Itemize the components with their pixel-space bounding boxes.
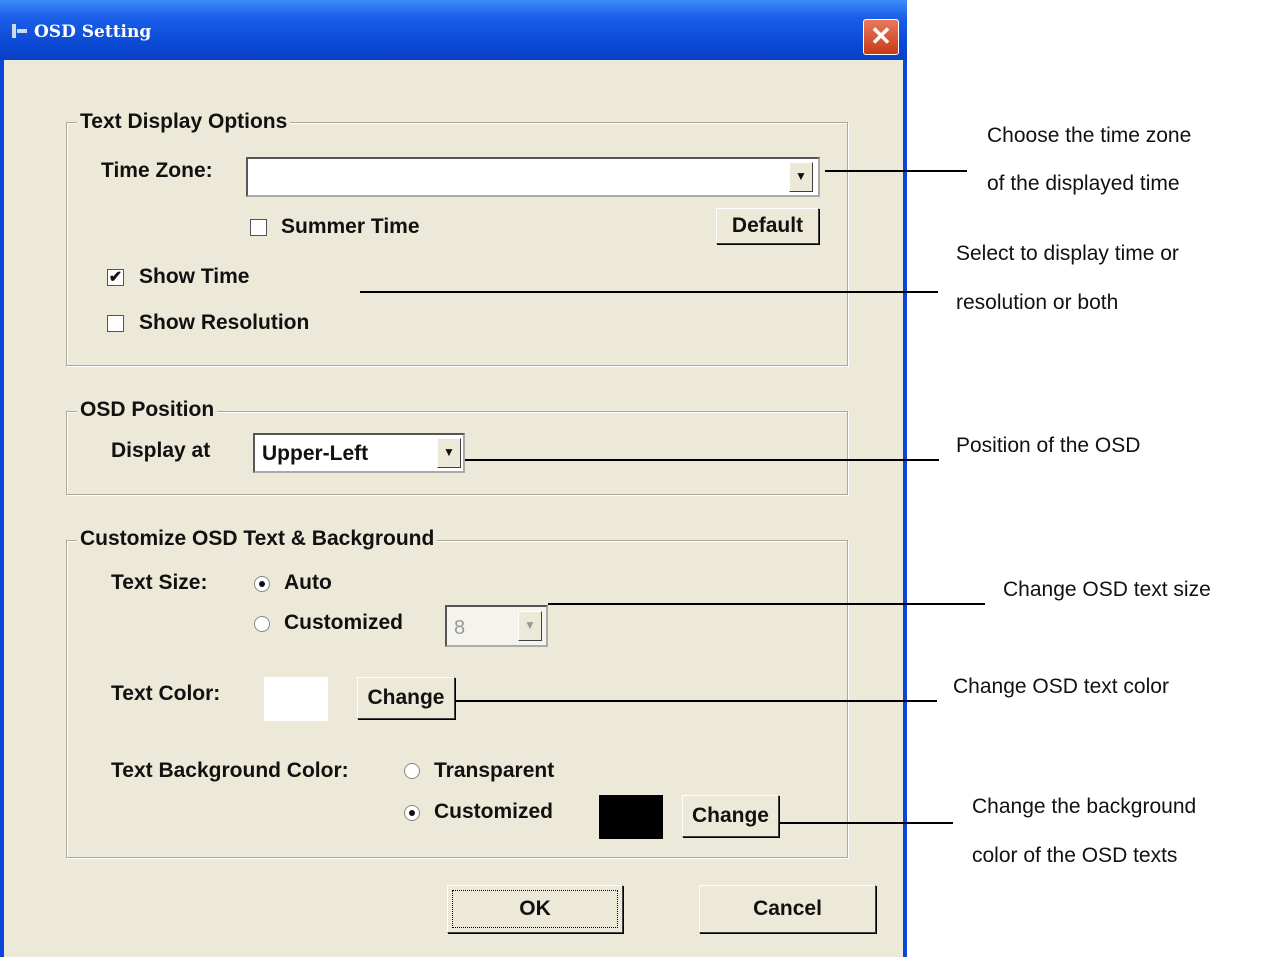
annotation-line-text-size (548, 603, 985, 605)
background-customized-radio[interactable] (404, 805, 420, 821)
annotation-background-line1: Change the background (972, 795, 1197, 818)
change-background-color-button[interactable]: Change (682, 795, 779, 837)
window-title: OSD Setting (34, 22, 152, 42)
group-label-customize: Customize OSD Text & Background (77, 527, 438, 551)
annotation-background-line2: color of the OSD texts (972, 844, 1178, 867)
text-color-label: Text Color: (111, 682, 221, 705)
background-transparent-radio[interactable] (404, 763, 420, 779)
summer-time-checkbox[interactable] (250, 219, 267, 236)
time-zone-dropdown[interactable] (246, 157, 820, 197)
background-color-swatch (599, 795, 663, 839)
close-button[interactable]: ✕ (863, 19, 899, 55)
text-size-auto-radio[interactable] (254, 576, 270, 592)
annotation-text-size: Change OSD text size (1003, 578, 1211, 601)
show-resolution-checkbox[interactable] (107, 315, 124, 332)
text-size-label: Text Size: (111, 571, 208, 594)
annotation-line-text-color (455, 700, 937, 702)
ok-button[interactable]: OK (447, 885, 623, 933)
annotation-position: Position of the OSD (956, 434, 1141, 457)
annotation-line-position (465, 459, 939, 461)
show-resolution-label: Show Resolution (139, 311, 310, 334)
annotation-show-line2: resolution or both (956, 291, 1119, 314)
cancel-button[interactable]: Cancel (699, 885, 876, 933)
text-size-value: 8 (454, 617, 466, 639)
show-time-label: Show Time (139, 265, 250, 288)
annotation-text-color: Change OSD text color (953, 675, 1169, 698)
show-time-checkbox[interactable]: ✔ (107, 269, 124, 286)
group-label-osd-position: OSD Position (77, 398, 218, 422)
group-label-text-display: Text Display Options (77, 110, 291, 134)
background-customized-label: Customized (434, 800, 554, 823)
annotation-line-background (779, 822, 953, 824)
time-zone-label: Time Zone: (101, 159, 213, 182)
text-size-chevron-down-icon[interactable]: ▼ (518, 611, 542, 641)
summer-time-label: Summer Time (281, 215, 420, 238)
text-size-customized-label: Customized (284, 611, 404, 634)
annotation-line-time-zone (825, 170, 967, 172)
text-color-swatch (264, 677, 328, 721)
display-at-value: Upper-Left (262, 442, 369, 465)
annotation-line-show (360, 291, 938, 293)
change-text-color-button[interactable]: Change (357, 677, 455, 719)
annotation-time-zone-line1: Choose the time zone (987, 124, 1192, 147)
background-transparent-label: Transparent (434, 759, 555, 782)
time-zone-chevron-down-icon[interactable]: ▼ (789, 162, 813, 192)
annotation-show-line1: Select to display time or (956, 242, 1179, 265)
text-background-color-label: Text Background Color: (111, 759, 349, 782)
default-button[interactable]: Default (716, 208, 819, 244)
display-at-chevron-down-icon[interactable]: ▼ (437, 438, 461, 468)
annotation-time-zone-line2: of the displayed time (987, 172, 1180, 195)
text-size-auto-label: Auto (284, 571, 332, 594)
app-icon (10, 22, 28, 40)
display-at-label: Display at (111, 439, 211, 462)
text-size-customized-radio[interactable] (254, 616, 270, 632)
